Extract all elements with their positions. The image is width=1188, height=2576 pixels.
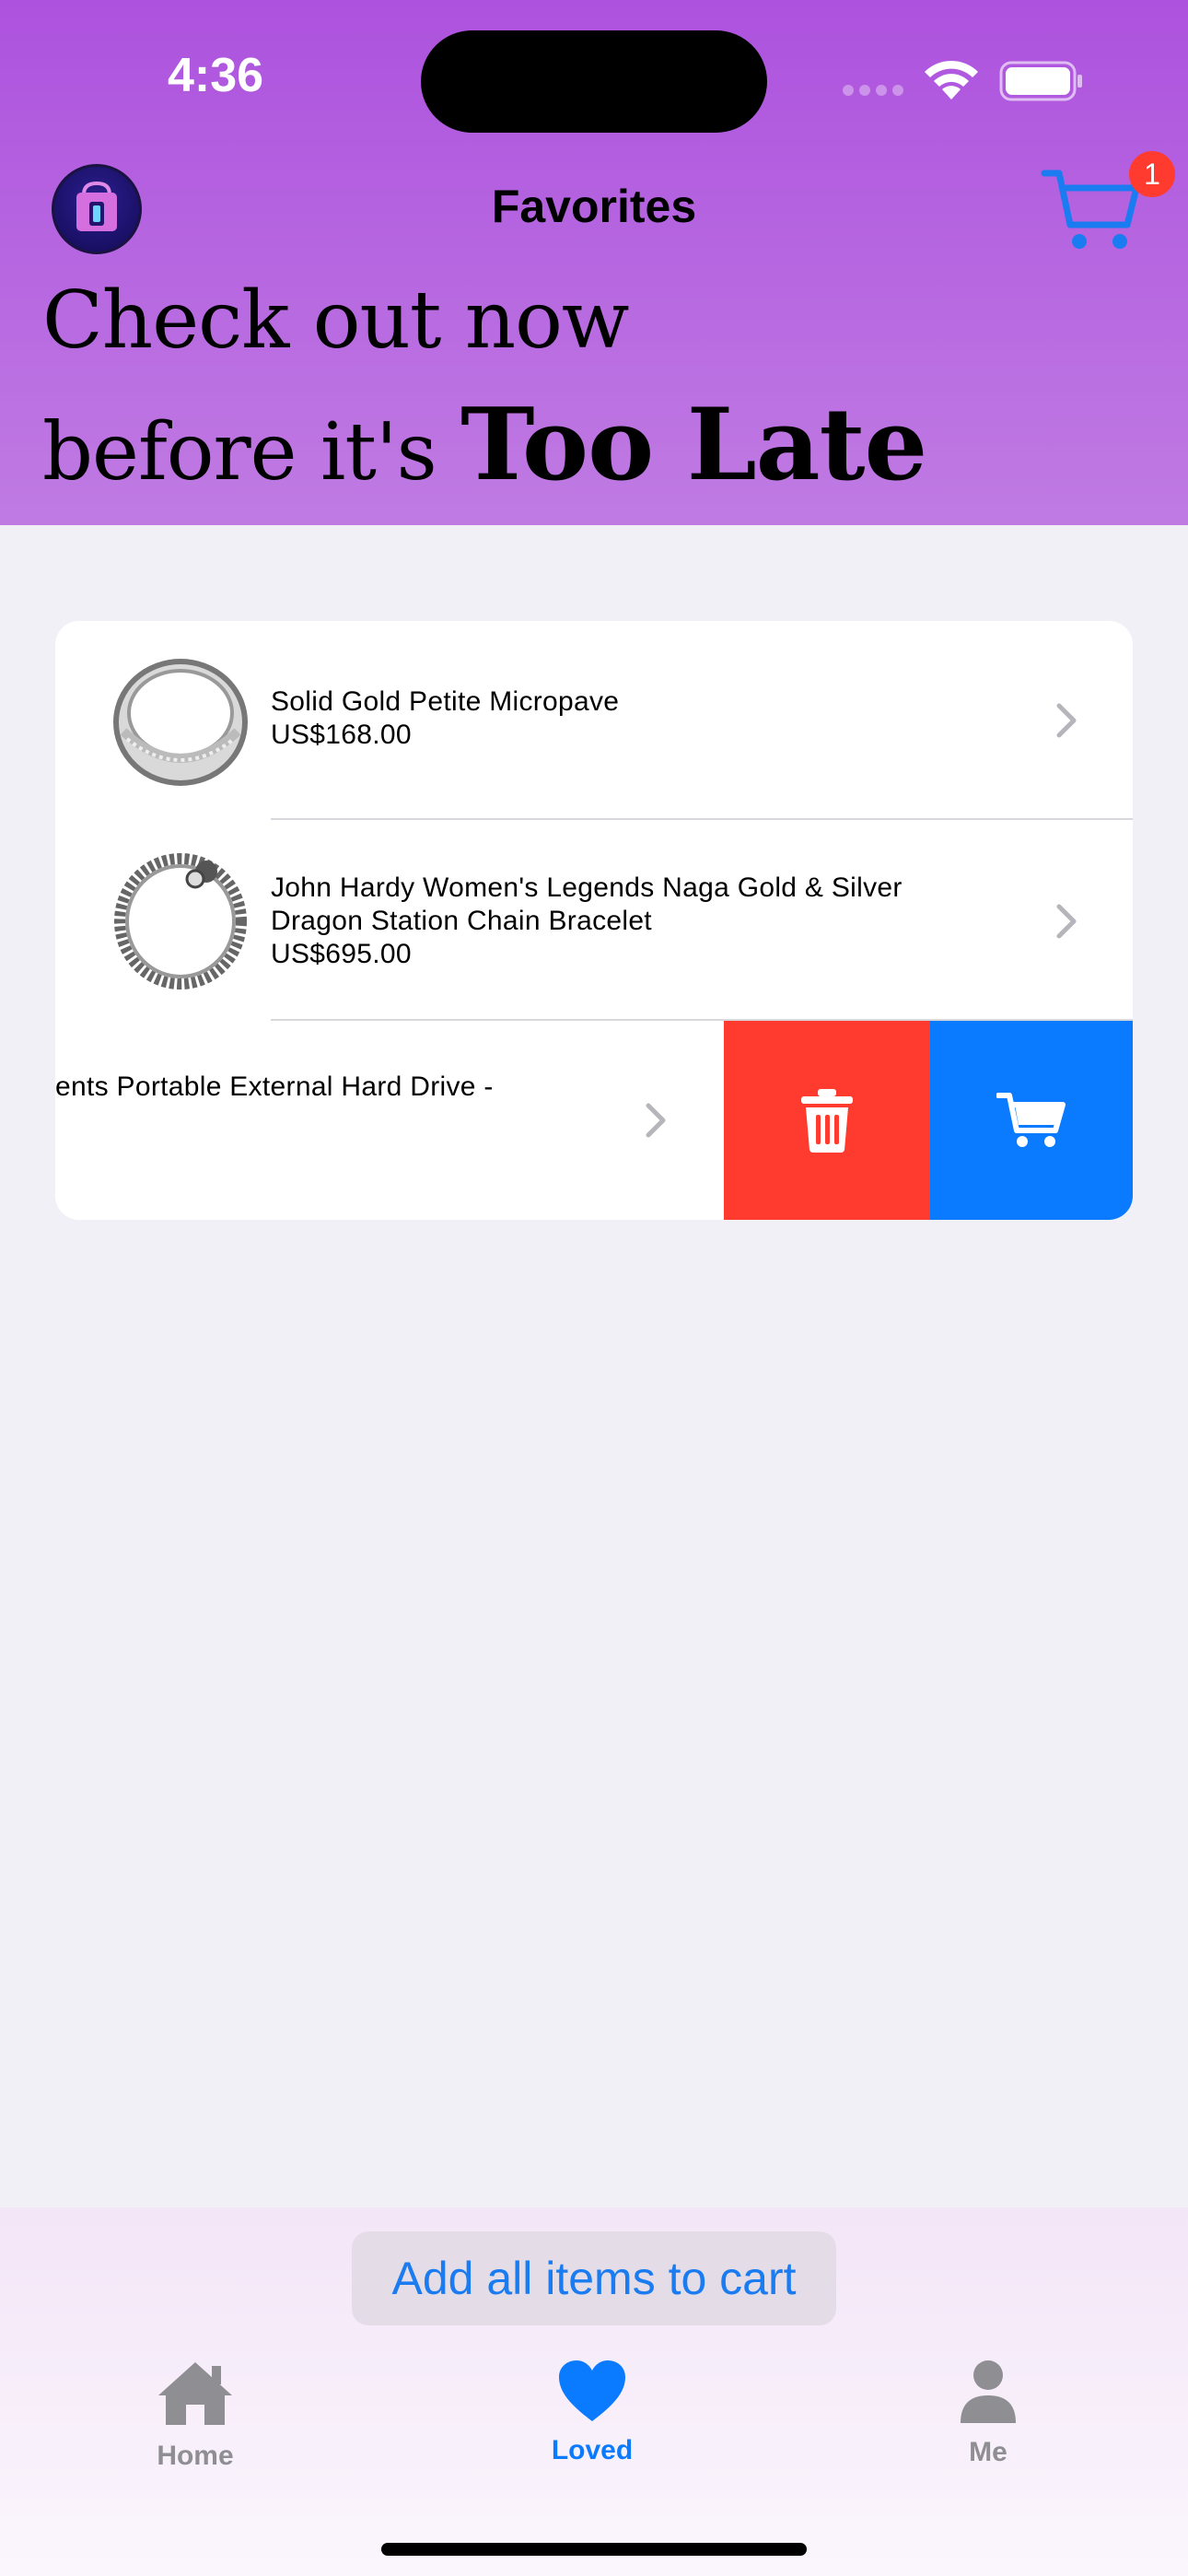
delete-button[interactable] [724, 1021, 930, 1220]
tab-loved[interactable]: Loved [491, 2359, 693, 2466]
item-name-partial: ents Portable External Hard Drive - [55, 1071, 494, 1102]
chevron-right-icon [1056, 703, 1077, 738]
cellular-signal-icon [843, 85, 903, 96]
tab-me[interactable]: Me [887, 2359, 1089, 2468]
list-item-swiped[interactable]: ents Portable External Hard Drive - [55, 1021, 724, 1220]
house-icon [158, 2362, 232, 2425]
item-name: Solid Gold Petite Micropave [271, 686, 620, 717]
home-indicator [381, 2543, 807, 2556]
tab-label: Loved [551, 2435, 634, 2465]
person-icon [961, 2360, 1016, 2423]
tab-label: Me [969, 2437, 1007, 2467]
item-name-line-1: John Hardy Women's Legends Naga Gold & S… [271, 872, 903, 903]
item-price: US$168.00 [271, 720, 412, 750]
add-all-to-cart-button[interactable]: Add all items to cart [352, 2231, 836, 2325]
heart-icon [559, 2360, 625, 2421]
headline-line-2: before it's Too Late [42, 387, 927, 503]
list-item[interactable]: John Hardy Women's Legends Naga Gold & S… [55, 820, 1133, 1021]
list-item[interactable]: Solid Gold Petite Micropave US$168.00 [55, 621, 1133, 820]
chevron-right-icon [646, 1103, 666, 1138]
headline-prefix: before it's [42, 406, 461, 498]
item-name-line-2: Dragon Station Chain Bracelet [271, 906, 652, 936]
ring-image [113, 659, 248, 786]
page-title: Favorites [491, 181, 697, 232]
status-time: 4:36 [168, 49, 264, 102]
dynamic-island [421, 30, 767, 133]
bracelet-image [114, 853, 247, 989]
tab-label: Home [157, 2441, 234, 2471]
cart-icon [996, 1093, 1066, 1147]
battery-icon [999, 61, 1082, 101]
trash-icon [801, 1089, 853, 1153]
wifi-icon [925, 60, 978, 100]
tab-home[interactable]: Home [94, 2359, 297, 2472]
add-to-cart-button[interactable] [930, 1021, 1133, 1220]
cart-badge: 1 [1129, 151, 1175, 197]
cart-icon[interactable] [1041, 164, 1142, 256]
headline-emphasis: Too Late [460, 387, 927, 503]
item-price: US$695.00 [271, 939, 412, 969]
favorites-list: Solid Gold Petite Micropave US$168.00 Jo… [55, 621, 1133, 1220]
headline-line-1: Check out now [42, 275, 630, 367]
chevron-right-icon [1056, 904, 1077, 939]
